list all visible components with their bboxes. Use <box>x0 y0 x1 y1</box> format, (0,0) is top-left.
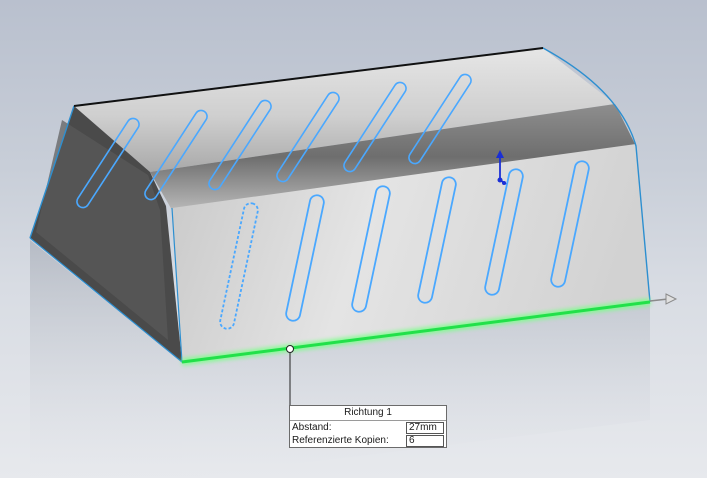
callout-anchor[interactable] <box>286 345 294 353</box>
spacing-label: Abstand: <box>292 421 332 433</box>
direction-arrow-icon[interactable] <box>649 293 678 305</box>
pattern-callout: Richtung 1 Abstand: 27mm Referenzierte K… <box>289 405 447 448</box>
copies-label: Referenzierte Kopien: <box>292 434 389 446</box>
copies-field[interactable]: 6 <box>406 434 444 447</box>
copies-row: Referenzierte Kopien: 6 <box>290 434 446 447</box>
callout-title: Richtung 1 <box>290 406 446 421</box>
spacing-field[interactable]: 27mm <box>406 421 444 434</box>
spacing-row: Abstand: 27mm <box>290 421 446 434</box>
